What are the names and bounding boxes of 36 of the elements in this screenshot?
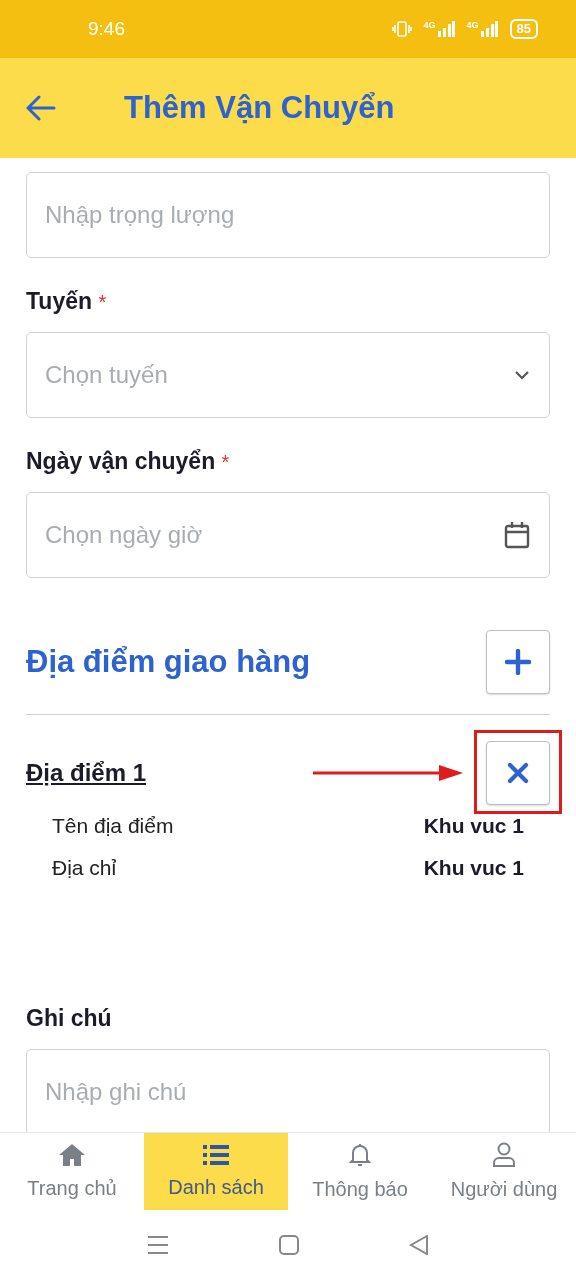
user-icon: [492, 1142, 516, 1168]
detail-value: Khu vuc 1: [423, 856, 524, 880]
section-title: Địa điểm giao hàng: [26, 644, 311, 680]
note-field[interactable]: Nhập ghi chú: [26, 1049, 550, 1132]
field-label: Tuyến *: [26, 287, 108, 316]
signal-icon: [436, 20, 455, 38]
date-field[interactable]: Chọn ngày giờ: [26, 492, 550, 578]
detail-value: Khu vuc 1: [423, 814, 524, 838]
plus-icon: [505, 649, 531, 675]
input-field[interactable]: Nhập trọng lượng: [26, 172, 550, 258]
status-time: 9:46: [88, 18, 126, 40]
select-field[interactable]: Chọn tuyến: [26, 332, 550, 418]
detail-label: Tên địa điểm: [52, 814, 174, 838]
back-arrow-icon[interactable]: [26, 95, 56, 121]
network-label: 4G: [423, 20, 436, 30]
close-icon: [507, 762, 529, 784]
signal-icon: [479, 20, 498, 38]
battery-icon: 85: [509, 19, 538, 39]
add-location-button[interactable]: [486, 630, 550, 694]
field-label: Ghi chú: [26, 1004, 113, 1033]
nav-tab[interactable]: Danh sách: [144, 1133, 288, 1210]
calendar-icon: [504, 521, 530, 549]
menu-icon[interactable]: [147, 1235, 169, 1255]
network-label: 4G: [466, 20, 479, 30]
field-label: Ngày vận chuyển *: [26, 447, 231, 476]
back-icon[interactable]: [409, 1235, 429, 1255]
location-title: Địa điểm 1: [26, 759, 147, 787]
home-button-icon[interactable]: [279, 1235, 299, 1255]
home-icon: [58, 1143, 86, 1167]
bell-icon: [348, 1142, 372, 1168]
chevron-down-icon: [514, 370, 530, 380]
screen-title: Thêm Vận Chuyển: [124, 90, 395, 126]
detail-label: Địa chỉ: [52, 856, 117, 880]
vibrate-icon: [391, 20, 412, 38]
remove-location-button[interactable]: [486, 741, 550, 805]
list-icon: [203, 1144, 229, 1166]
